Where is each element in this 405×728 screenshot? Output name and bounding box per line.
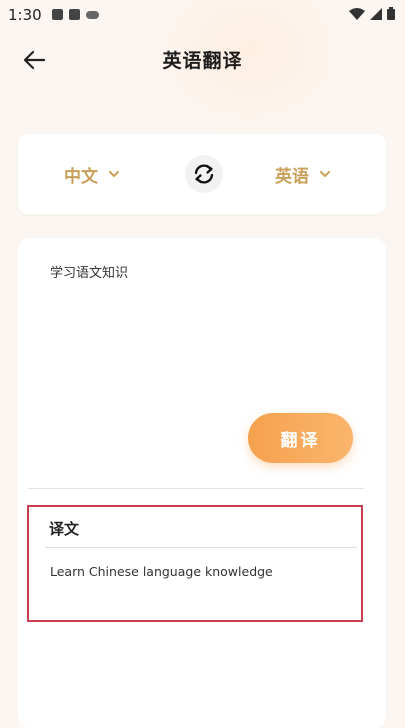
result-text: Learn Chinese language knowledge bbox=[50, 564, 273, 579]
page-title: 英语翻译 bbox=[162, 50, 243, 72]
wifi-icon bbox=[349, 7, 365, 20]
status-bar: 1:30 bbox=[0, 0, 405, 32]
translation-result-box: 译文 Learn Chinese language knowledge bbox=[27, 505, 363, 622]
status-time: 1:30 bbox=[8, 6, 42, 24]
cloud-notification-icon bbox=[86, 11, 99, 19]
source-text-input[interactable]: 学习语文知识 bbox=[50, 262, 128, 281]
swap-languages-button[interactable] bbox=[185, 155, 223, 193]
target-language-label: 英语 bbox=[275, 166, 309, 187]
chevron-down-icon bbox=[320, 171, 330, 177]
swap-icon bbox=[194, 164, 214, 184]
translate-button[interactable]: 翻译 bbox=[248, 413, 353, 463]
source-language-label: 中文 bbox=[64, 166, 98, 187]
system-icons bbox=[349, 7, 395, 20]
language-selector-card: 中文 英语 bbox=[18, 134, 386, 214]
image-notification-icon bbox=[52, 9, 63, 20]
result-divider bbox=[45, 547, 357, 548]
result-title: 译文 bbox=[49, 520, 80, 538]
chevron-down-icon bbox=[109, 171, 119, 177]
battery-icon bbox=[387, 7, 395, 20]
source-language-dropdown[interactable]: 中文 bbox=[64, 134, 120, 214]
signal-icon bbox=[370, 7, 382, 20]
translation-card: 学习语文知识 翻译 译文 Learn Chinese language know… bbox=[18, 238, 386, 728]
header: 英语翻译 bbox=[0, 32, 405, 88]
section-divider bbox=[28, 488, 364, 489]
notification-icons bbox=[52, 9, 99, 20]
font-notification-icon bbox=[69, 9, 80, 20]
target-language-dropdown[interactable]: 英语 bbox=[275, 134, 331, 214]
